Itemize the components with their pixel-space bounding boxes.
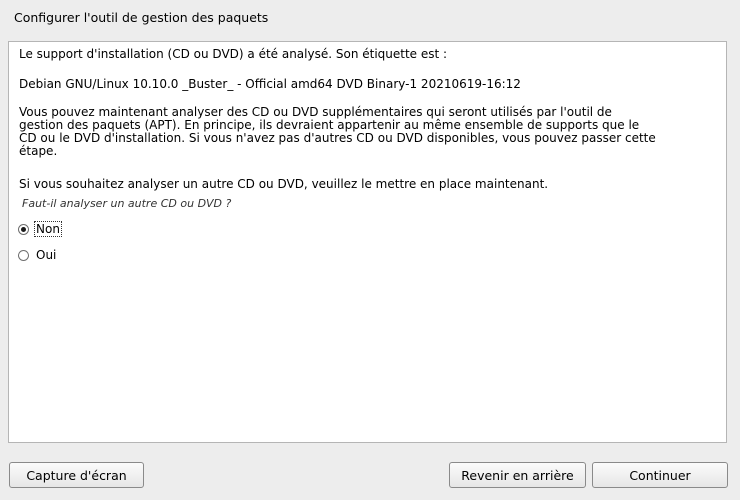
radio-unselected-icon[interactable]: [18, 249, 29, 261]
instruction-text: Si vous souhaitez analyser un autre CD o…: [19, 177, 549, 191]
radio-label-oui[interactable]: Oui: [35, 248, 57, 262]
content-panel: Le support d'installation (CD ou DVD) a …: [8, 41, 727, 443]
back-button[interactable]: Revenir en arrière: [449, 462, 586, 488]
question-text: Faut-il analyser un autre CD ou DVD ?: [22, 197, 232, 210]
continue-button[interactable]: Continuer: [592, 462, 728, 488]
screenshot-button[interactable]: Capture d'écran: [9, 462, 144, 488]
radio-label-non[interactable]: Non: [34, 221, 62, 237]
page-title: Configurer l'outil de gestion des paquet…: [14, 10, 269, 25]
radio-option-oui[interactable]: Oui: [18, 247, 57, 263]
description-text: Vous pouvez maintenant analyser des CD o…: [19, 105, 656, 158]
radio-selected-icon[interactable]: [18, 223, 29, 235]
intro-text: Le support d'installation (CD ou DVD) a …: [19, 47, 448, 61]
radio-option-non[interactable]: Non: [18, 221, 62, 237]
disc-label-text: Debian GNU/Linux 10.10.0 _Buster_ - Offi…: [19, 77, 521, 91]
